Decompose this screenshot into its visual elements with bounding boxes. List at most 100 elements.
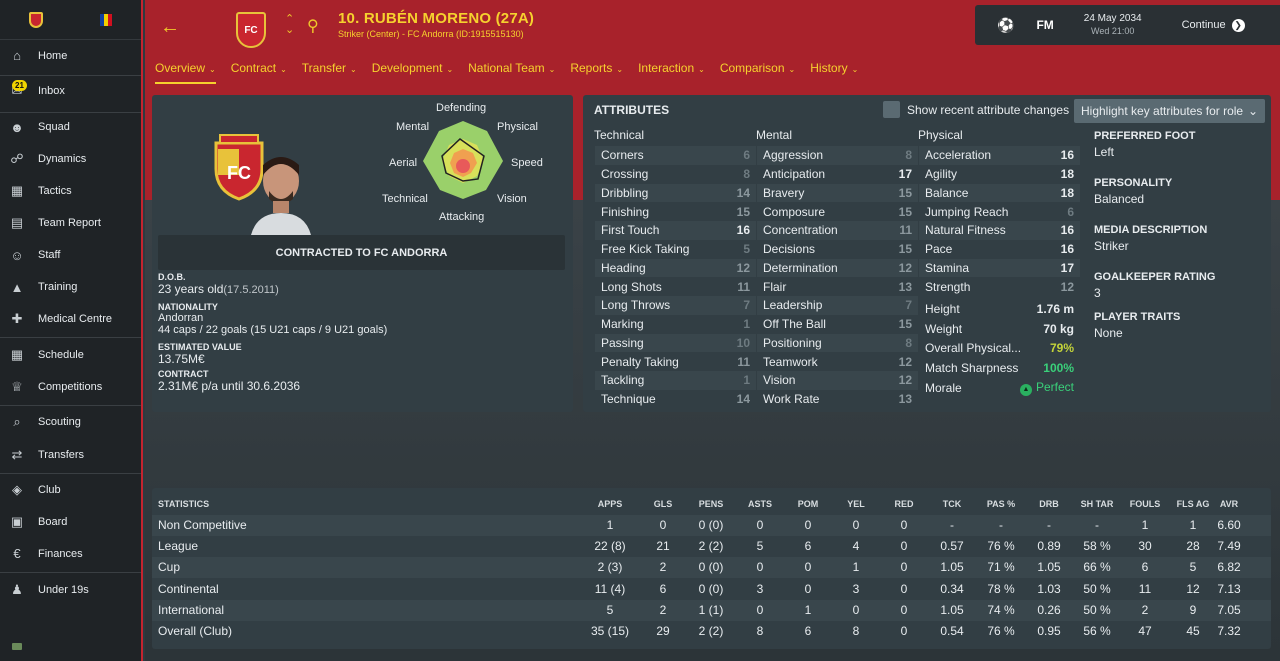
attribute-row-penalty-taking[interactable]: Penalty Taking 11 [595, 352, 756, 371]
prev-next-player-icon[interactable]: ⌃ ⌄ [285, 14, 294, 36]
attribute-row-technique[interactable]: Technique 14 [595, 390, 756, 409]
sidebar-item-scouting[interactable]: ⌕ Scouting [0, 411, 141, 433]
column-header-fouls[interactable]: FOULS [1120, 497, 1170, 511]
attribute-row-leadership[interactable]: Leadership 7 [757, 296, 918, 315]
nationality-value[interactable]: Andorran [158, 312, 387, 324]
column-header-avr[interactable]: AVR [1204, 497, 1254, 511]
column-header-pas[interactable]: PAS % [976, 497, 1026, 511]
sidebar-item-finances[interactable]: € Finances [0, 543, 141, 573]
attribute-row-composure[interactable]: Composure 15 [757, 202, 918, 221]
continue-button[interactable]: Continue ❯ [1182, 18, 1245, 32]
attribute-row-heading[interactable]: Heading 12 [595, 258, 756, 278]
tab-transfer[interactable]: Transfer ⌄ [302, 61, 357, 84]
attribute-row-tackling[interactable]: Tackling 1 [595, 371, 756, 390]
attribute-row-flair[interactable]: Flair 13 [757, 277, 918, 296]
sidebar-item-medical-centre[interactable]: ✚ Medical Centre [0, 308, 141, 338]
column-header-apps[interactable]: APPS [585, 497, 635, 511]
ball-icon[interactable]: ⚽ [997, 17, 1014, 34]
table-cell: 1 [804, 602, 812, 617]
sidebar-item-board[interactable]: ▣ Board [0, 511, 141, 533]
sidebar-item-squad[interactable]: ☻ Squad [0, 116, 141, 138]
attribute-row-anticipation[interactable]: Anticipation 17 [757, 165, 918, 184]
tab-interaction[interactable]: Interaction ⌄ [638, 61, 705, 84]
tab-reports[interactable]: Reports ⌄ [570, 61, 623, 84]
attribute-row-concentration[interactable]: Concentration 11 [757, 221, 918, 240]
club-crest-icon[interactable] [28, 11, 43, 28]
attribute-row-balance[interactable]: Balance 18 [919, 183, 1080, 203]
column-header-gls[interactable]: GLS [638, 497, 688, 511]
search-icon[interactable]: ⚲ [307, 16, 319, 36]
attribute-row-first-touch[interactable]: First Touch 16 [595, 221, 756, 240]
column-header-asts[interactable]: ASTS [735, 497, 785, 511]
table-row[interactable]: Continental 11 (4) 6 0 (0) 3 0 3 0 0.34 78 % 1.03 5… [152, 579, 1271, 600]
attribute-row-finishing[interactable]: Finishing 15 [595, 202, 756, 221]
sidebar-item-staff[interactable]: ☺ Staff [0, 244, 141, 266]
tab-comparison[interactable]: Comparison ⌄ [720, 61, 795, 84]
attribute-row-off-the-ball[interactable]: Off The Ball 15 [757, 315, 918, 334]
table-row[interactable]: Cup 2 (3) 2 0 (0) 0 0 1 0 1.05 71 % 1.05 66 % 6 5 6.82 [152, 557, 1271, 579]
column-header-pom[interactable]: POM [783, 497, 833, 511]
fm-logo[interactable]: FM [1036, 18, 1053, 32]
sidebar-item-dynamics[interactable]: ☍ Dynamics [0, 148, 141, 170]
table-row[interactable]: League 22 (8) 21 2 (2) 5 6 4 0 0.57 76 % 0.89 58 % 3… [152, 536, 1271, 557]
attribute-row-vision[interactable]: Vision 12 [757, 371, 918, 390]
andorra-flag-icon[interactable] [100, 13, 113, 26]
attribute-row-agility[interactable]: Agility 18 [919, 165, 1080, 184]
column-header-statistics[interactable]: STATISTICS [158, 497, 358, 511]
sidebar-item-schedule[interactable]: ▦ Schedule [0, 344, 141, 366]
table-row[interactable]: Overall (Club) 35 (15) 29 2 (2) 8 6 8 0 0.54 76 %… [152, 621, 1271, 642]
attribute-row-strength[interactable]: Strength 12 [919, 277, 1080, 296]
attribute-row-corners[interactable]: Corners 6 [595, 146, 756, 165]
attribute-row-passing[interactable]: Passing 10 [595, 333, 756, 353]
attribute-row-natural-fitness[interactable]: Natural Fitness 16 [919, 221, 1080, 240]
attribute-row-stamina[interactable]: Stamina 17 [919, 258, 1080, 278]
column-header-tck[interactable]: TCK [927, 497, 977, 511]
sidebar-item-inbox[interactable]: ✉Inbox21 [0, 77, 141, 113]
sidebar-item-under-19s[interactable]: ♟ Under 19s [0, 578, 141, 602]
column-header-red[interactable]: RED [879, 497, 929, 511]
checkbox-box[interactable] [883, 101, 900, 118]
attribute-row-long-throws[interactable]: Long Throws 7 [595, 296, 756, 315]
tab-history[interactable]: History ⌄ [810, 61, 858, 84]
sidebar-item-competitions[interactable]: ♕ Competitions [0, 376, 141, 406]
table-row[interactable]: Non Competitive 1 0 0 (0) 0 0 0 0- - - -1 1 6.60 [152, 515, 1271, 536]
highlight-key-attributes-dropdown[interactable]: Highlight key attributes for role ⌄ [1074, 99, 1265, 123]
tab-development[interactable]: Development ⌄ [372, 61, 453, 84]
sidebar-item-home[interactable]: ⌂ Home [0, 44, 141, 76]
column-header-drb[interactable]: DRB [1024, 497, 1074, 511]
attribute-row-aggression[interactable]: Aggression 8 [757, 146, 918, 165]
attribute-row-positioning[interactable]: Positioning 8 [757, 333, 918, 353]
attribute-row-determination[interactable]: Determination 12 [757, 258, 918, 278]
attribute-row-jumping-reach[interactable]: Jumping Reach 6 [919, 202, 1080, 221]
sidebar-item-transfers[interactable]: ⇄ Transfers [0, 444, 141, 474]
back-arrow-icon[interactable]: ← [160, 16, 180, 39]
tab-contract[interactable]: Contract ⌄ [231, 61, 287, 84]
club-crest[interactable]: FC [236, 12, 266, 48]
column-header-pens[interactable]: PENS [686, 497, 736, 511]
notification-badge: 21 [12, 80, 27, 91]
attribute-row-free-kick-taking[interactable]: Free Kick Taking 5 [595, 240, 756, 259]
tab-national-team[interactable]: National Team ⌄ [468, 61, 555, 84]
attribute-row-bravery[interactable]: Bravery 15 [757, 183, 918, 203]
table-row[interactable]: International 5 2 1 (1) 0 1 0 0 1.05 74 % 0.26 50 %… [152, 599, 1271, 621]
tab-overview[interactable]: Overview ⌄ [155, 61, 216, 84]
attribute-row-crossing[interactable]: Crossing 8 [595, 165, 756, 184]
attribute-row-long-shots[interactable]: Long Shots 11 [595, 277, 756, 296]
contract-status-bar[interactable]: CONTRACTED TO FC ANDORRA [158, 235, 565, 270]
sidebar-item-club[interactable]: ◈ Club [0, 479, 141, 501]
attribute-row-marking[interactable]: Marking 1 [595, 315, 756, 334]
attribute-row-teamwork[interactable]: Teamwork 12 [757, 352, 918, 371]
column-header-sh-tar[interactable]: SH TAR [1072, 497, 1122, 511]
show-recent-changes-checkbox[interactable]: Show recent attribute changes [883, 101, 1069, 118]
attribute-row-dribbling[interactable]: Dribbling 14 [595, 183, 756, 203]
sidebar-item-team-report[interactable]: ▤ Team Report [0, 212, 141, 234]
attribute-row-work-rate[interactable]: Work Rate 13 [757, 390, 918, 409]
column-header-yel[interactable]: YEL [831, 497, 881, 511]
row-label: League [158, 539, 199, 554]
sidebar-item-training[interactable]: ▲ Training [0, 276, 141, 298]
attribute-row-decisions[interactable]: Decisions 15 [757, 240, 918, 259]
attribute-row-acceleration[interactable]: Acceleration 16 [919, 146, 1080, 165]
sidebar-item-tactics[interactable]: ▦ Tactics [0, 180, 141, 202]
attribute-name: Heading [601, 260, 646, 275]
attribute-row-pace[interactable]: Pace 16 [919, 240, 1080, 259]
